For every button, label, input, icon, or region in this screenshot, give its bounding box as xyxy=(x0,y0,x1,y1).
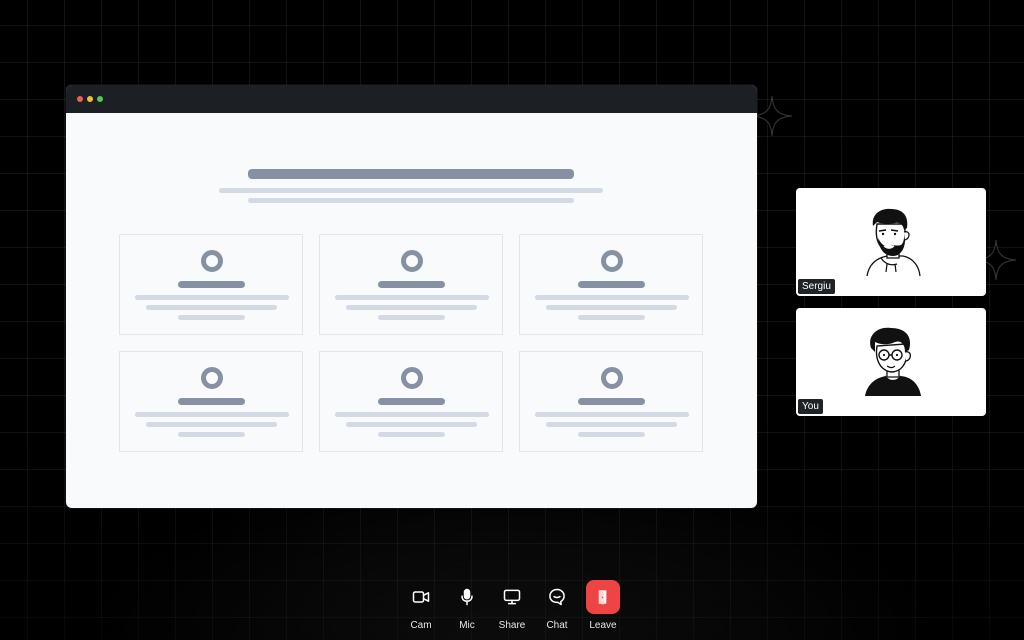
skeleton-card-line xyxy=(535,295,689,300)
skeleton-card-line xyxy=(578,432,645,437)
chat-button[interactable]: Chat xyxy=(537,580,577,632)
sparkle-icon xyxy=(752,96,792,136)
skeleton-card-title xyxy=(178,281,245,288)
minimize-dot-icon[interactable] xyxy=(87,96,93,102)
maximize-dot-icon[interactable] xyxy=(97,96,103,102)
cam-button[interactable]: Cam xyxy=(401,580,441,632)
avatar xyxy=(865,327,921,396)
mic-button-surface[interactable] xyxy=(450,580,484,614)
placeholder-ring-icon xyxy=(201,367,223,389)
shared-screen-content xyxy=(66,113,757,508)
skeleton-card-line xyxy=(346,305,477,310)
placeholder-ring-icon xyxy=(401,367,423,389)
skeleton-card xyxy=(119,234,303,335)
microphone-icon xyxy=(461,588,473,606)
participant-name-tag: You xyxy=(798,399,823,414)
skeleton-card-line xyxy=(178,432,245,437)
skeleton-card-line xyxy=(346,422,477,427)
skeleton-card-line xyxy=(546,305,677,310)
skeleton-card-title xyxy=(178,398,245,405)
skeleton-card xyxy=(519,234,703,335)
skeleton-card-line xyxy=(535,412,689,417)
placeholder-ring-icon xyxy=(401,250,423,272)
door-exit-icon xyxy=(598,590,607,605)
skeleton-card-line xyxy=(378,432,445,437)
skeleton-card-line xyxy=(546,422,677,427)
participant-name-tag: Sergiu xyxy=(798,279,835,294)
placeholder-ring-icon xyxy=(601,250,623,272)
share-button-surface[interactable] xyxy=(495,580,529,614)
leave-button-surface[interactable] xyxy=(586,580,620,614)
close-dot-icon[interactable] xyxy=(77,96,83,102)
camera-icon xyxy=(412,591,430,603)
leave-label: Leave xyxy=(589,620,617,631)
skeleton-card-title xyxy=(378,398,445,405)
share-button[interactable]: Share xyxy=(492,580,532,632)
leave-button[interactable]: Leave xyxy=(583,580,623,632)
skeleton-card xyxy=(119,351,303,452)
skeleton-card xyxy=(519,351,703,452)
skeleton-card-line xyxy=(135,412,289,417)
shared-screen-window xyxy=(66,85,757,508)
placeholder-ring-icon xyxy=(601,367,623,389)
cam-button-surface[interactable] xyxy=(404,580,438,614)
skeleton-card-title xyxy=(578,281,645,288)
skeleton-card xyxy=(319,351,503,452)
monitor-icon xyxy=(503,589,521,605)
skeleton-card xyxy=(319,234,503,335)
skeleton-card-line xyxy=(578,315,645,320)
chat-bubble-icon xyxy=(549,588,565,606)
skeleton-subtitle-line xyxy=(219,188,603,193)
skeleton-card-line xyxy=(178,315,245,320)
mic-button[interactable]: Mic xyxy=(447,580,487,632)
skeleton-card-line xyxy=(335,412,489,417)
skeleton-card-title xyxy=(578,398,645,405)
chat-button-surface[interactable] xyxy=(540,580,574,614)
skeleton-card-line xyxy=(378,315,445,320)
participant-tile[interactable]: You xyxy=(796,308,986,416)
skeleton-heading xyxy=(248,169,574,179)
placeholder-ring-icon xyxy=(201,250,223,272)
skeleton-card-line xyxy=(335,295,489,300)
skeleton-subtitle-line xyxy=(248,198,574,203)
avatar xyxy=(866,208,921,277)
participant-tile[interactable]: Sergiu xyxy=(796,188,986,296)
skeleton-card-line xyxy=(135,295,289,300)
skeleton-card-title xyxy=(378,281,445,288)
skeleton-card-line xyxy=(146,305,277,310)
window-titlebar xyxy=(66,85,757,113)
meeting-controls: Cam Mic Share Chat Leave xyxy=(400,580,640,632)
skeleton-card-line xyxy=(146,422,277,427)
